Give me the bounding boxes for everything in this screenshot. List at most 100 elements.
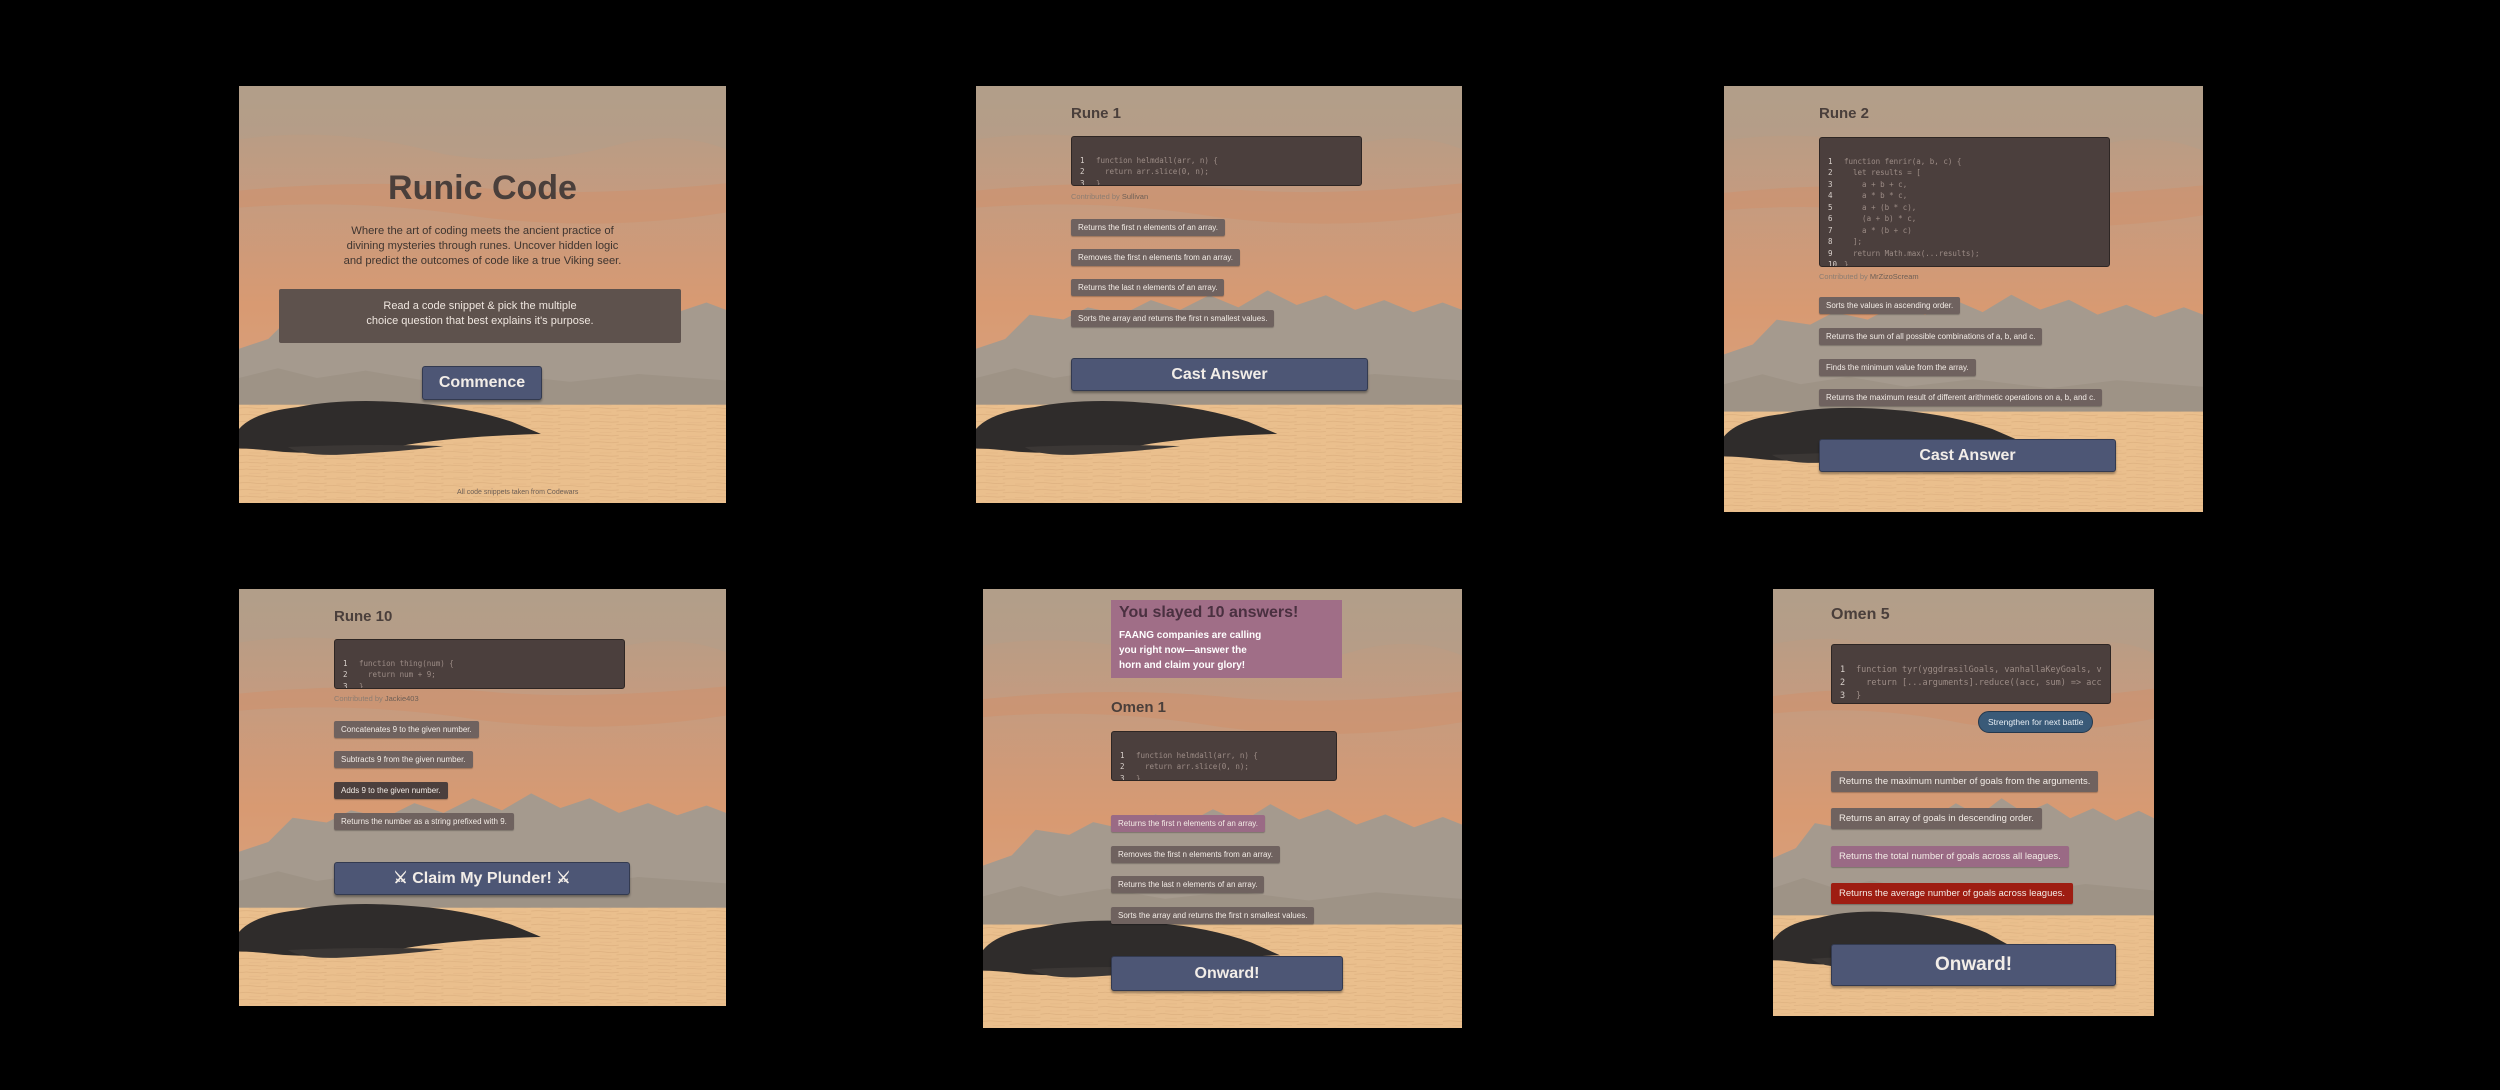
- screen-rune-10: Rune 10 1 function thing(num) { 2 return …: [239, 589, 726, 1006]
- code-line: return num + 9;: [359, 670, 436, 679]
- screen-welcome: Runic Code Where the art of coding meets…: [239, 86, 726, 503]
- description-line: Where the art of coding meets the ancien…: [351, 225, 614, 237]
- victory-line: FAANG companies are calling: [1119, 630, 1262, 641]
- victory-line: horn and claim your glory!: [1119, 660, 1246, 671]
- crossed-swords-icon: ⚔: [393, 870, 408, 887]
- line-number: 5: [1828, 202, 1833, 212]
- answer-option[interactable]: Removes the first n elements from an arr…: [1071, 249, 1241, 266]
- code-line: }: [1096, 178, 1101, 186]
- victory-message: FAANG companies are calling you right no…: [1119, 628, 1334, 673]
- screen-omen-5: Omen 5 1 function tyr(yggdrasilGoals, van…: [1773, 589, 2154, 1016]
- code-line: a * (b + c): [1844, 225, 1912, 235]
- code-line: function helmdall(arr, n) {: [1096, 155, 1218, 165]
- instructions-box: Read a code snippet & pick the multiple …: [279, 289, 681, 343]
- line-number: 7: [1828, 225, 1833, 235]
- line-number: 2: [1828, 168, 1833, 177]
- answer-option[interactable]: Returns the number as a string prefixed …: [334, 813, 514, 830]
- line-number: 3: [1080, 178, 1085, 186]
- line-number: 8: [1828, 237, 1833, 246]
- line-number: 3: [1840, 691, 1846, 701]
- code-attribution: Contributed by Sullivan: [1071, 192, 1148, 201]
- crossed-swords-icon: ⚔: [556, 870, 571, 887]
- answer-option[interactable]: Returns the sum of all possible combinat…: [1819, 328, 2043, 345]
- code-line: function fenrir(a, b, c) {: [1844, 156, 1962, 166]
- code-line: }: [1856, 691, 1862, 701]
- code-line: return arr.slice(0, n);: [1136, 762, 1249, 771]
- answer-option-selected[interactable]: Adds 9 to the given number.: [334, 782, 448, 799]
- answer-option[interactable]: Removes the first n elements from an arr…: [1111, 846, 1281, 863]
- code-line: (a + b) * c,: [1844, 214, 1917, 223]
- omen-title: Omen 1: [1111, 699, 1167, 716]
- victory-banner: You slayed 10 answers! FAANG companies a…: [1111, 600, 1342, 678]
- attribution-author: Sullivan: [1121, 192, 1149, 201]
- code-snippet: 1 function thing(num) { 2 return num + 9;…: [334, 639, 625, 689]
- claim-plunder-label: Claim My Plunder!: [412, 870, 552, 887]
- line-number: 1: [1840, 665, 1846, 675]
- answer-option-selected[interactable]: Returns the first n elements of an array…: [1111, 815, 1265, 832]
- line-number: 1: [1828, 156, 1833, 166]
- victory-line: you right now—answer the: [1119, 645, 1247, 656]
- code-line: return arr.slice(0, n);: [1096, 167, 1209, 176]
- code-line: ];: [1844, 237, 1863, 246]
- commence-button[interactable]: Commence: [422, 366, 542, 400]
- instructions-line: choice question that best explains it's …: [366, 315, 594, 327]
- answer-option[interactable]: Returns the maximum result of different …: [1819, 389, 2103, 406]
- claim-plunder-button[interactable]: ⚔ Claim My Plunder! ⚔: [334, 862, 630, 895]
- answer-option[interactable]: Returns the first n elements of an array…: [1071, 219, 1225, 236]
- code-line: return [...arguments].reduce((acc, sum) …: [1856, 678, 2102, 688]
- answer-option[interactable]: Sorts the array and returns the first n …: [1111, 907, 1315, 924]
- answer-option[interactable]: Returns an array of goals in descending …: [1831, 808, 2042, 829]
- line-number: 9: [1828, 248, 1833, 258]
- answer-option[interactable]: Sorts the values in ascending order.: [1819, 297, 1961, 314]
- answer-option-correct[interactable]: Returns the total number of goals across…: [1831, 846, 2069, 867]
- line-number: 2: [1840, 678, 1846, 688]
- answer-option[interactable]: Finds the minimum value from the array.: [1819, 359, 1976, 376]
- omen-title: Omen 5: [1831, 606, 1890, 623]
- line-number: 6: [1828, 214, 1833, 223]
- code-line: function tyr(yggdrasilGoals, vanhallaKey…: [1856, 665, 2102, 675]
- line-number: 2: [1120, 762, 1125, 771]
- code-line: a + b + c,: [1844, 179, 1908, 189]
- screen-rune-1: Rune 1 1 function helmdall(arr, n) { 2 re…: [976, 86, 1462, 503]
- answer-option[interactable]: Returns the last n elements of an array.: [1111, 876, 1265, 893]
- screen-rune-2: Rune 2 1 function fenrir(a, b, c) { 2 let…: [1724, 86, 2203, 512]
- answer-option[interactable]: Sorts the array and returns the first n …: [1071, 310, 1275, 327]
- answer-option-wrong[interactable]: Returns the average number of goals acro…: [1831, 883, 2074, 904]
- rune-title: Rune 10: [334, 608, 393, 625]
- line-number: 10: [1828, 260, 1838, 267]
- line-number: 1: [1120, 750, 1125, 760]
- attribution-prefix: Contributed by: [334, 694, 383, 703]
- code-line: function helmdall(arr, n) {: [1136, 750, 1258, 760]
- game-description: Where the art of coding meets the ancien…: [239, 224, 726, 269]
- code-line: a + (b * c),: [1844, 202, 1917, 212]
- code-line: return Math.max(...results);: [1844, 248, 1980, 258]
- onward-button[interactable]: Onward!: [1111, 956, 1343, 991]
- code-line: }: [359, 681, 364, 689]
- answer-option[interactable]: Returns the maximum number of goals from…: [1831, 771, 2099, 792]
- victory-title: You slayed 10 answers!: [1119, 604, 1299, 621]
- line-number: 1: [343, 658, 348, 668]
- cast-answer-button[interactable]: Cast Answer: [1819, 439, 2116, 472]
- code-snippet: 1 function helmdall(arr, n) { 2 return ar…: [1111, 731, 1337, 781]
- onward-button[interactable]: Onward!: [1831, 944, 2116, 986]
- cast-answer-button[interactable]: Cast Answer: [1071, 358, 1368, 391]
- attribution-prefix: Contributed by: [1071, 192, 1120, 201]
- answer-option[interactable]: Returns the last n elements of an array.: [1071, 279, 1225, 296]
- code-line: }: [1136, 773, 1141, 781]
- line-number: 3: [343, 681, 348, 689]
- code-snippet: 1 function tyr(yggdrasilGoals, vanhallaKe…: [1831, 644, 2111, 704]
- code-snippet: 1 function helmdall(arr, n) { 2 return ar…: [1071, 136, 1362, 186]
- line-number: 3: [1828, 179, 1833, 189]
- answer-option[interactable]: Concatenates 9 to the given number.: [334, 721, 479, 738]
- code-line: let results = [: [1844, 168, 1921, 177]
- answer-option[interactable]: Subtracts 9 from the given number.: [334, 751, 473, 768]
- line-number: 2: [1080, 167, 1085, 176]
- strengthen-badge: Strengthen for next battle: [1978, 711, 2094, 733]
- description-line: divining mysteries through runes. Uncove…: [346, 240, 619, 252]
- description-line: and predict the outcomes of code like a …: [343, 255, 622, 267]
- attribution-author: Jackie403: [384, 694, 419, 703]
- attribution-author: MrZizoScream: [1869, 272, 1919, 281]
- rune-title: Rune 1: [1071, 105, 1122, 122]
- rune-title: Rune 2: [1819, 105, 1870, 122]
- code-line: a * b * c,: [1844, 191, 1908, 200]
